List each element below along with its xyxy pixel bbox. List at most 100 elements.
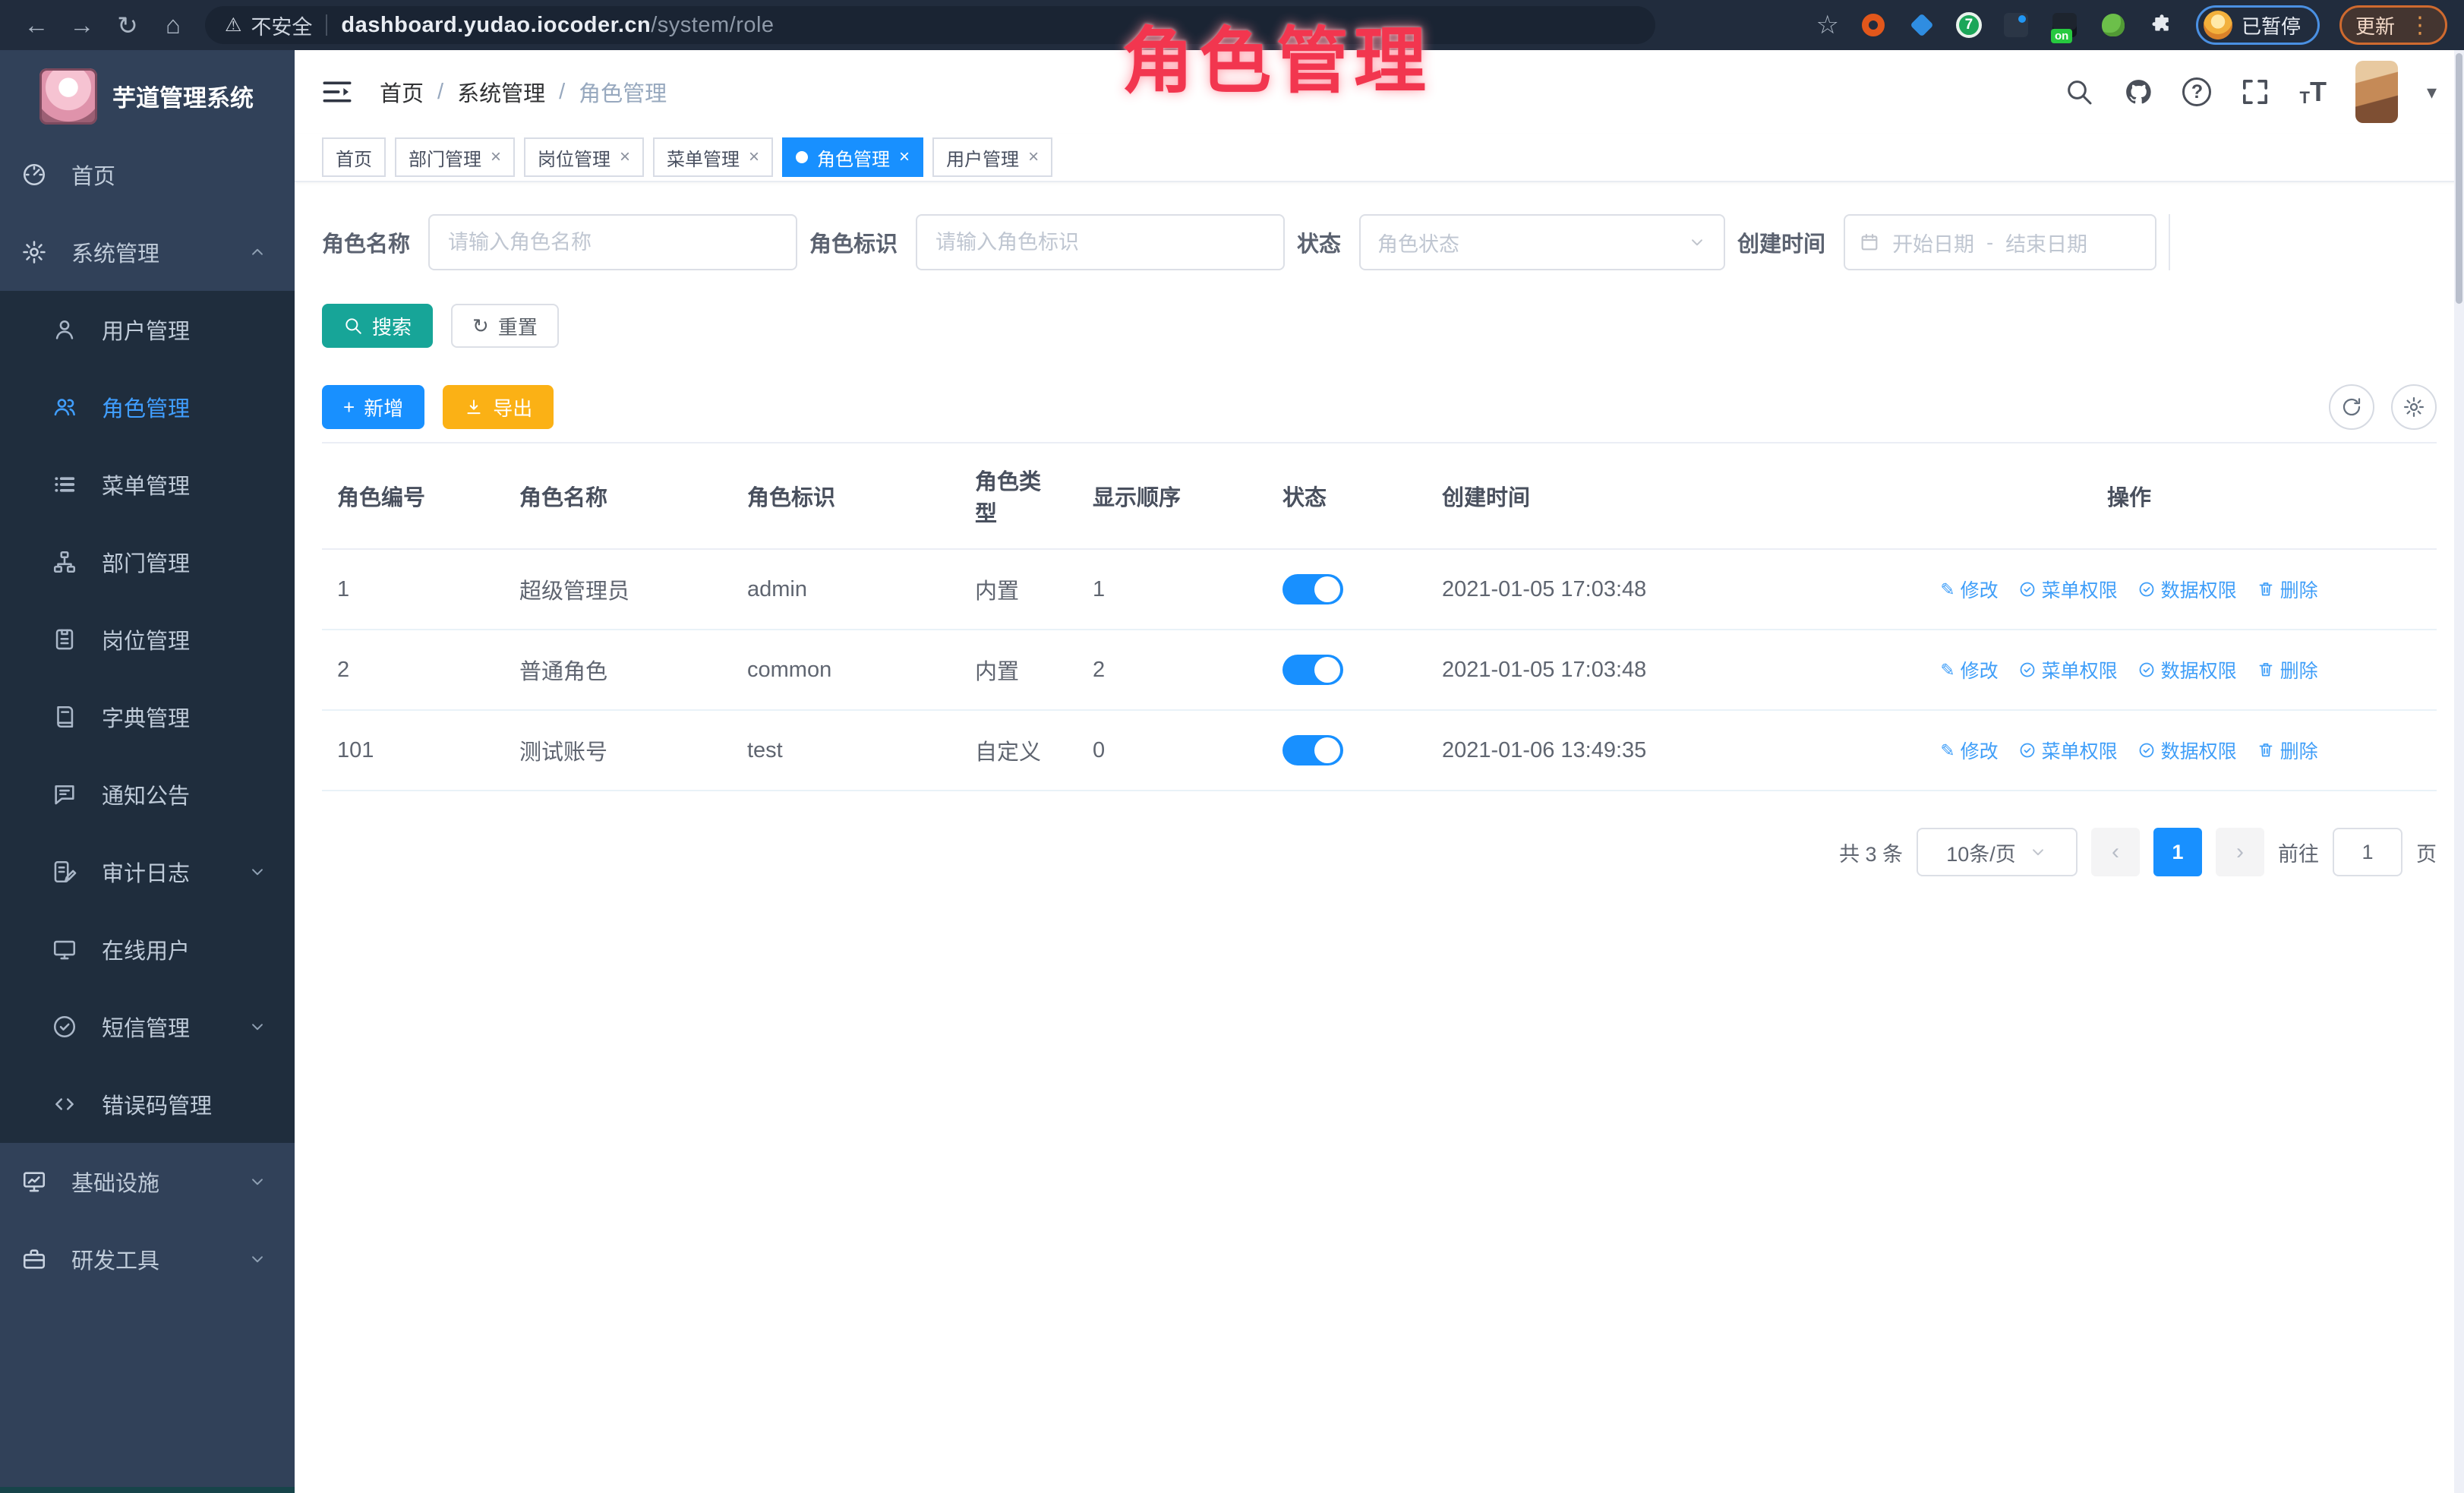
- sidebar-item-label: 审计日志: [102, 856, 190, 888]
- sidebar-item-online-users[interactable]: 在线用户: [0, 911, 295, 988]
- sidebar-item-dict-management[interactable]: 字典管理: [0, 678, 295, 756]
- add-button[interactable]: + 新增: [322, 385, 424, 429]
- menu-permission-link[interactable]: 菜单权限: [2018, 656, 2118, 683]
- user-avatar[interactable]: [2355, 61, 2398, 123]
- browser-update-pill[interactable]: 更新 ⋮: [2339, 5, 2447, 45]
- cell-role-id: 101: [322, 710, 504, 791]
- github-icon[interactable]: [2123, 77, 2153, 107]
- data-permission-link[interactable]: 数据权限: [2137, 656, 2237, 683]
- sidebar-item-home[interactable]: 首页: [0, 136, 295, 213]
- sidebar-item-menu-management[interactable]: 菜单管理: [0, 446, 295, 523]
- role-key-input[interactable]: [916, 214, 1285, 270]
- page-content: 角色名称 角色标识 状态 角色状态 创建时间: [295, 182, 2464, 1493]
- extensions-puzzle-icon[interactable]: [2147, 11, 2176, 39]
- status-toggle[interactable]: [1282, 574, 1343, 604]
- column-settings-button[interactable]: [2391, 384, 2437, 430]
- tag-user-management[interactable]: 用户管理×: [932, 137, 1052, 177]
- cell-sort: 1: [1077, 549, 1267, 630]
- scrollbar-thumb[interactable]: [2456, 53, 2462, 304]
- avatar-caret-down-icon[interactable]: ▾: [2427, 80, 2437, 104]
- extension-gem-icon[interactable]: [1907, 11, 1936, 39]
- sidebar-item-notice-announcement[interactable]: 通知公告: [0, 756, 295, 833]
- extension-green-icon[interactable]: 7: [1956, 12, 1982, 38]
- edit-link[interactable]: ✎修改: [1940, 737, 1998, 764]
- browser-back-button[interactable]: ←: [17, 11, 56, 39]
- edit-link[interactable]: ✎修改: [1940, 576, 1998, 603]
- browser-reload-button[interactable]: ↻: [108, 11, 147, 40]
- extension-tampermonkey-icon[interactable]: on: [2050, 11, 2079, 39]
- search-button[interactable]: 搜索: [322, 304, 433, 348]
- tag-department-management[interactable]: 部门管理×: [395, 137, 515, 177]
- status-select[interactable]: 角色状态: [1359, 214, 1725, 270]
- date-range-picker[interactable]: 开始日期 - 结束日期: [1844, 214, 2156, 270]
- close-icon[interactable]: ×: [491, 148, 501, 166]
- sidebar-item-role-management[interactable]: 角色管理: [0, 368, 295, 446]
- close-icon[interactable]: ×: [1028, 148, 1039, 166]
- start-date-placeholder[interactable]: 开始日期: [1892, 228, 1974, 257]
- sidebar-item-post-management[interactable]: 岗位管理: [0, 601, 295, 678]
- tag-role-management[interactable]: 角色管理×: [782, 137, 923, 177]
- export-button[interactable]: 导出: [443, 385, 554, 429]
- delete-link[interactable]: 删除: [2257, 576, 2318, 603]
- browser-menu-kebab-icon[interactable]: ⋮: [2409, 12, 2431, 39]
- sidebar-item-infrastructure[interactable]: 基础设施: [0, 1143, 295, 1220]
- close-icon[interactable]: ×: [749, 148, 759, 166]
- sidebar-collapse-icon[interactable]: [322, 79, 352, 105]
- prev-page-button[interactable]: ‹: [2091, 828, 2140, 876]
- status-toggle[interactable]: [1282, 655, 1343, 685]
- extension-adblock-icon[interactable]: [1859, 11, 1888, 39]
- sidebar-item-error-code-management[interactable]: 错误码管理: [0, 1065, 295, 1143]
- trash-icon: [2257, 741, 2275, 759]
- sidebar-item-user-management[interactable]: 用户管理: [0, 291, 295, 368]
- address-bar[interactable]: ⚠ 不安全 dashboard.yudao.iocoder.cn/system/…: [205, 6, 1655, 44]
- extension-monkey-icon[interactable]: [2099, 11, 2128, 39]
- sidebar-item-dev-tools[interactable]: 研发工具: [0, 1220, 295, 1298]
- page-number-button[interactable]: 1: [2153, 828, 2202, 876]
- sidebar-item-system-management[interactable]: 系统管理: [0, 213, 295, 291]
- role-name-input[interactable]: [428, 214, 797, 270]
- browser-home-button[interactable]: ⌂: [153, 11, 193, 39]
- tag-menu-management[interactable]: 菜单管理×: [653, 137, 773, 177]
- pencil-icon: ✎: [1940, 661, 1954, 679]
- refresh-table-button[interactable]: [2329, 384, 2374, 430]
- download-icon: [464, 397, 484, 417]
- next-page-button[interactable]: ›: [2216, 828, 2264, 876]
- breadcrumb-home[interactable]: 首页: [380, 76, 424, 108]
- page-size-select[interactable]: 10条/页: [1917, 828, 2078, 876]
- reset-button[interactable]: ↻ 重置: [451, 304, 559, 348]
- bookmark-star-icon[interactable]: ☆: [1816, 10, 1838, 40]
- font-size-icon[interactable]: TT: [2299, 76, 2326, 108]
- tags-view-bar: 首页 部门管理× 岗位管理× 菜单管理× 角色管理× 用户管理×: [295, 134, 2464, 182]
- data-permission-link[interactable]: 数据权限: [2137, 737, 2237, 764]
- fullscreen-icon[interactable]: [2240, 77, 2270, 107]
- sidebar-logo-row[interactable]: 芋道管理系统: [0, 50, 295, 136]
- delete-link[interactable]: 删除: [2257, 737, 2318, 764]
- status-toggle[interactable]: [1282, 735, 1343, 765]
- close-icon[interactable]: ×: [620, 148, 630, 166]
- tag-home[interactable]: 首页: [322, 137, 386, 177]
- sidebar-item-label: 用户管理: [102, 314, 190, 346]
- menu-permission-link[interactable]: 菜单权限: [2018, 576, 2118, 603]
- row-actions: ✎修改 菜单权限 数据权限 删除: [1837, 737, 2421, 764]
- sidebar-item-department-management[interactable]: 部门管理: [0, 523, 295, 601]
- menu-permission-link[interactable]: 菜单权限: [2018, 737, 2118, 764]
- data-permission-link[interactable]: 数据权限: [2137, 576, 2237, 603]
- extension-grid-icon[interactable]: [2002, 11, 2030, 39]
- cell-role-type: 自定义: [960, 710, 1077, 791]
- sidebar-item-label: 岗位管理: [102, 623, 190, 655]
- sidebar-item-sms-management[interactable]: 短信管理: [0, 988, 295, 1065]
- search-filter-form: 角色名称 角色标识 状态 角色状态 创建时间: [322, 214, 2437, 270]
- goto-page-input[interactable]: [2333, 828, 2402, 876]
- column-header-role-key: 角色标识: [732, 443, 960, 549]
- delete-link[interactable]: 删除: [2257, 656, 2318, 683]
- browser-forward-button[interactable]: →: [62, 11, 102, 39]
- help-icon[interactable]: ?: [2182, 77, 2211, 106]
- breadcrumb-system-management[interactable]: 系统管理: [457, 76, 545, 108]
- edit-link[interactable]: ✎修改: [1940, 656, 1998, 683]
- sidebar-item-audit-log[interactable]: 审计日志: [0, 833, 295, 911]
- close-icon[interactable]: ×: [899, 148, 910, 166]
- search-icon[interactable]: [2064, 77, 2094, 107]
- end-date-placeholder[interactable]: 结束日期: [2005, 228, 2087, 257]
- tag-post-management[interactable]: 岗位管理×: [524, 137, 644, 177]
- browser-profile-paused-pill[interactable]: 已暂停: [2196, 5, 2320, 45]
